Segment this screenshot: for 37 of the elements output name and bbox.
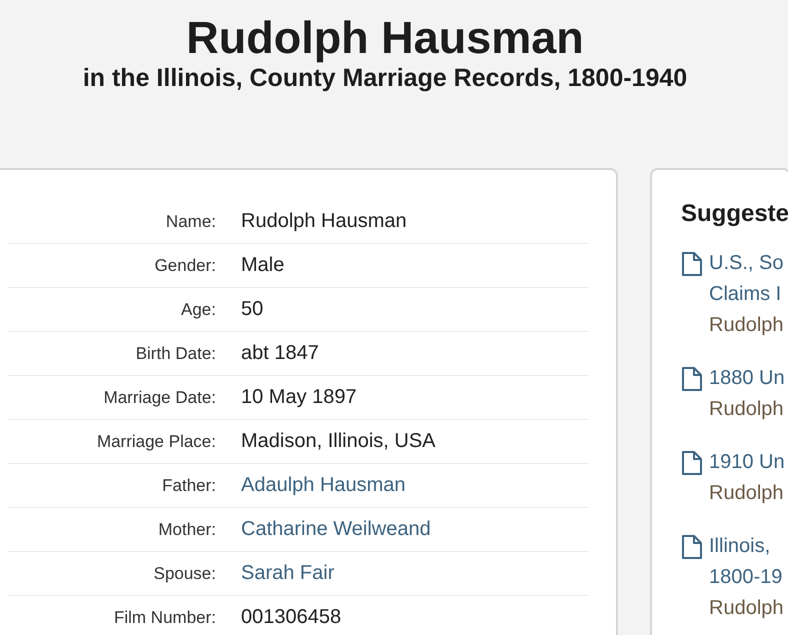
record-link[interactable]: 1880 Un (709, 363, 785, 394)
field-label: Name: (164, 212, 216, 232)
record-link[interactable]: Claims I (709, 279, 784, 310)
document-icon (681, 367, 703, 391)
record-link[interactable]: U.S., So (709, 248, 784, 279)
field-label: Birth Date: (134, 344, 216, 364)
field-label: Marriage Date: (102, 388, 216, 408)
field-value: 10 May 1897 (241, 386, 357, 409)
document-icon (681, 252, 703, 276)
field-label: Age: (180, 300, 216, 320)
field-value: abt 1847 (241, 342, 319, 365)
field-label: Film Number: (112, 608, 216, 628)
document-icon (681, 451, 703, 475)
record-link[interactable]: 1910 Un (709, 447, 785, 478)
record-link[interactable]: 1800-19 (709, 562, 784, 593)
page-subtitle: in the Illinois, County Marriage Records, 1800-1940 (82, 64, 688, 92)
field-label: Mother: (157, 520, 216, 540)
field-link[interactable]: Sarah Fair (241, 562, 334, 585)
field-label: Marriage Place: (96, 432, 216, 452)
section-heading: Suggeste (681, 200, 788, 228)
person-name: Rudolph (709, 313, 784, 338)
person-name: Rudolph (709, 596, 784, 621)
field-value: Madison, Illinois, USA (241, 430, 436, 453)
field-value: 50 (241, 298, 264, 321)
field-label: Father: (161, 476, 216, 496)
field-value: Male (241, 254, 284, 277)
record-link[interactable]: Illinois, (709, 531, 784, 562)
field-label: Gender: (154, 256, 216, 276)
person-name: Rudolph (709, 481, 785, 506)
field-label: Spouse: (152, 564, 216, 584)
page-title: Rudolph Hausman (186, 12, 584, 64)
field-value: 001306458 (241, 606, 342, 629)
field-value: Rudolph Hausman (241, 210, 407, 233)
document-icon (681, 535, 703, 559)
person-name: Rudolph (709, 397, 785, 422)
field-link[interactable]: Adaulph Hausman (241, 474, 406, 497)
field-link[interactable]: Catharine Weilweand (241, 518, 431, 541)
